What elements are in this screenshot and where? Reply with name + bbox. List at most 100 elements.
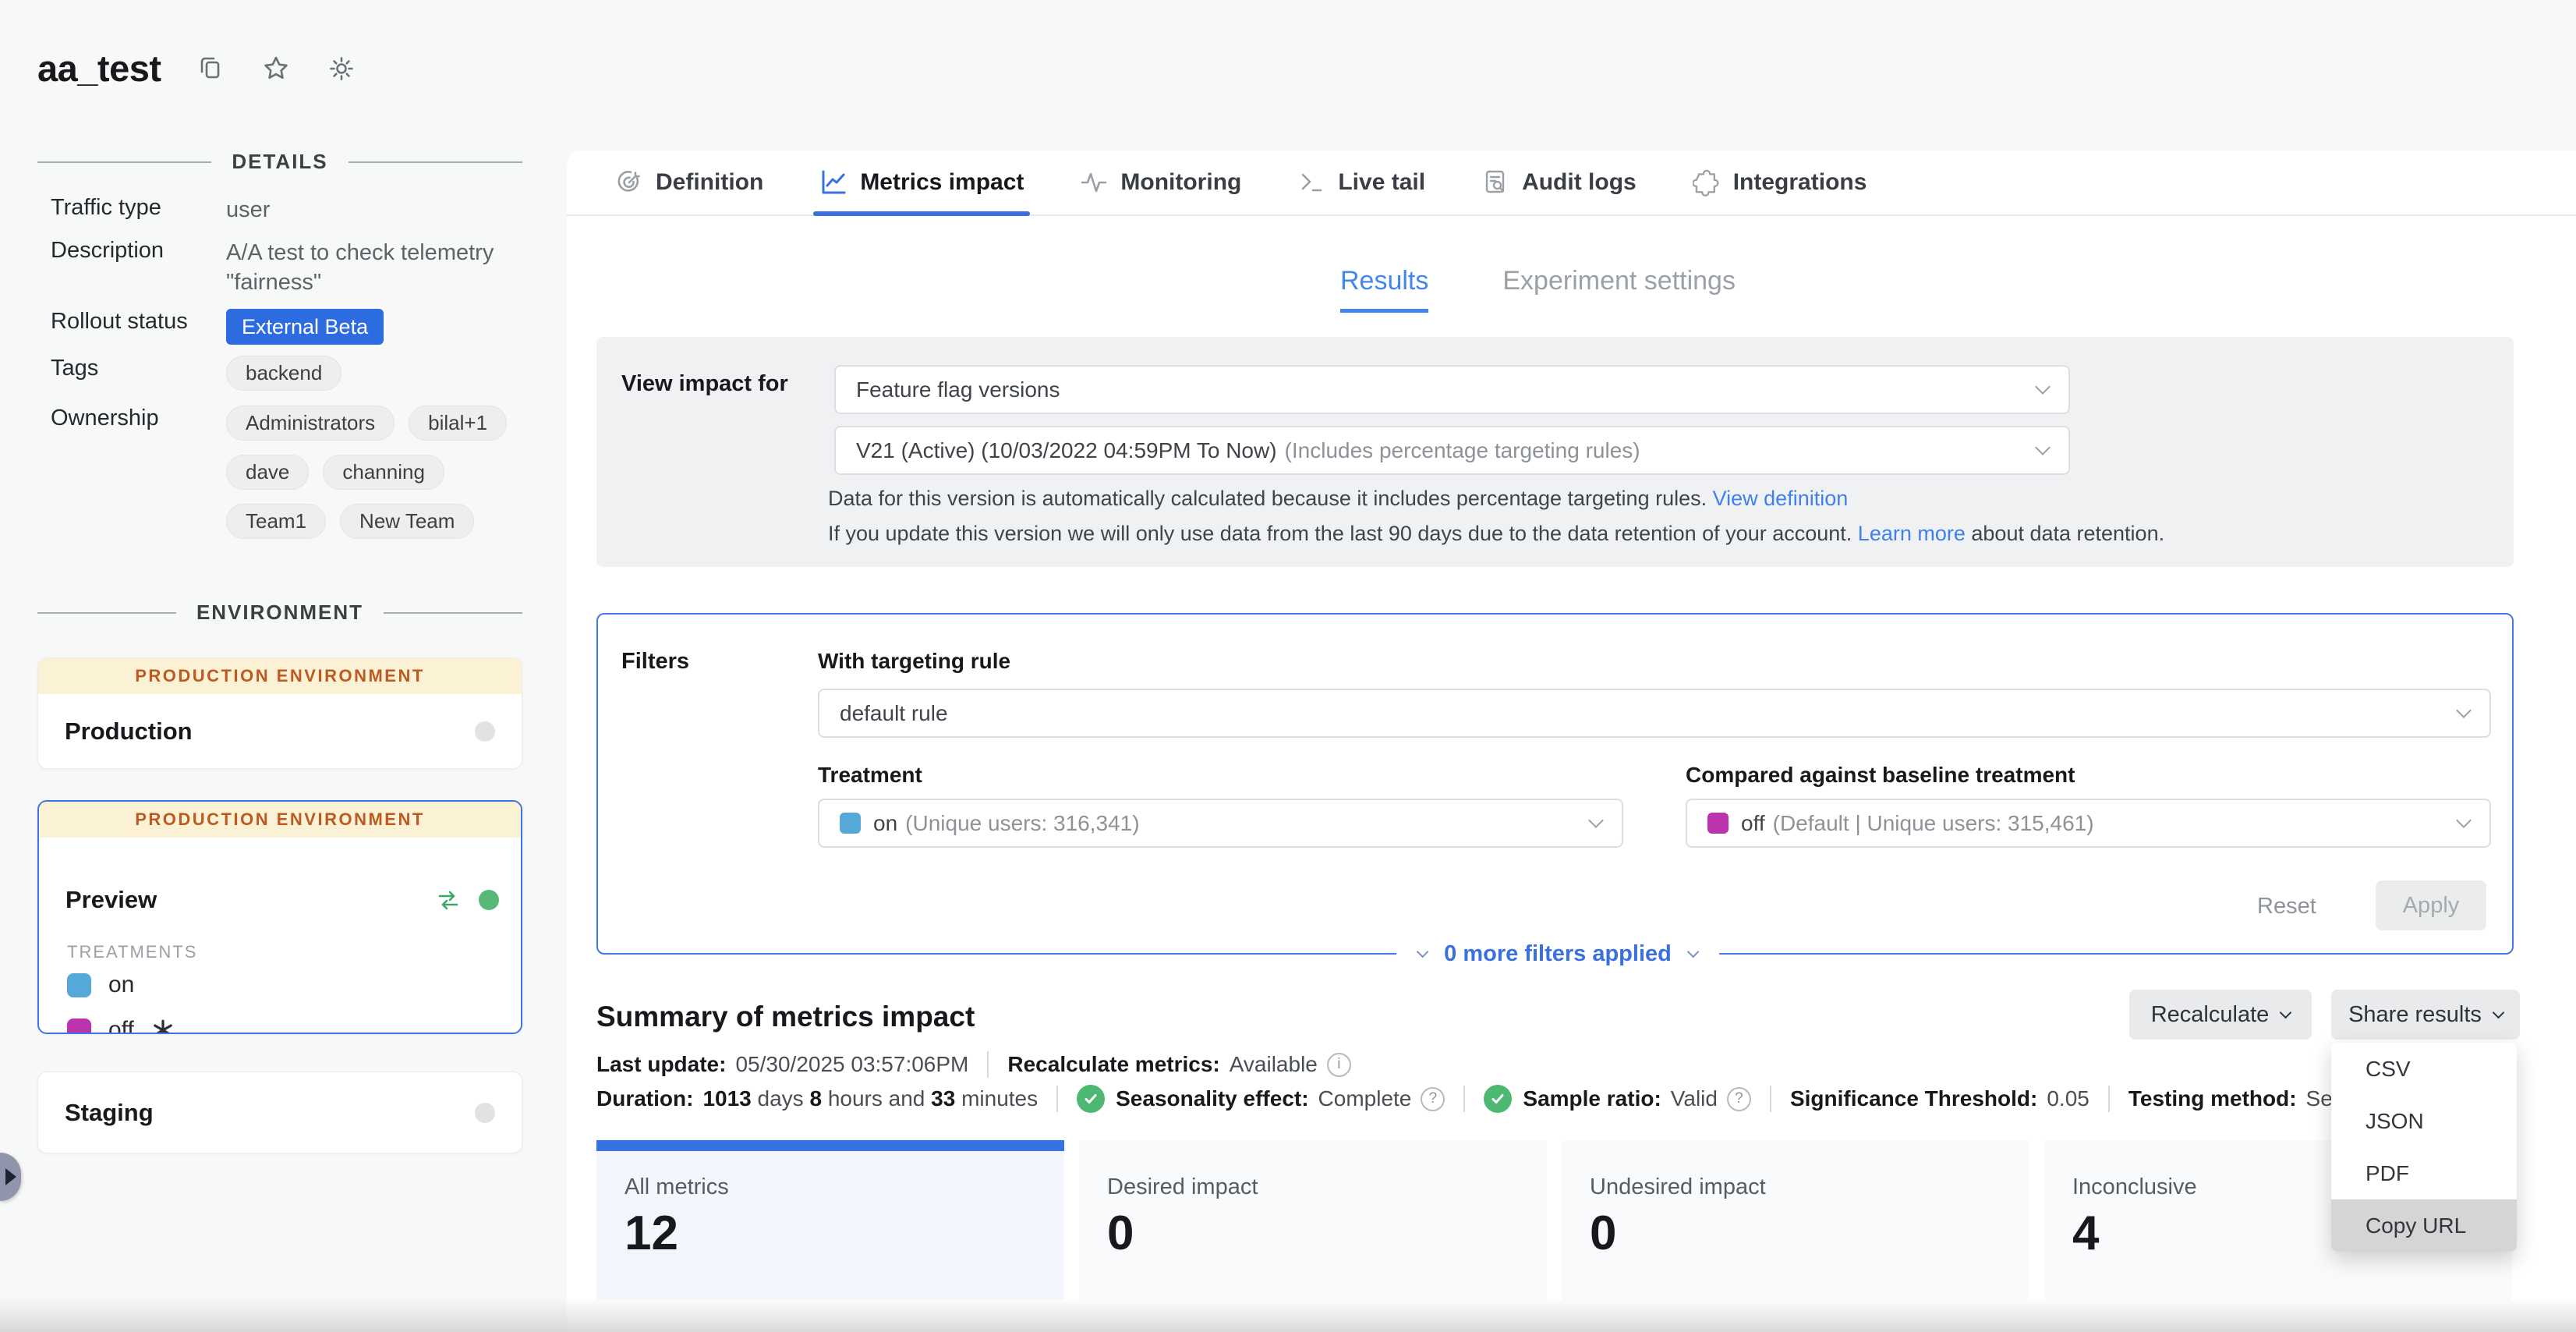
default-treatment-asterisk-icon [151,1018,175,1034]
environment-name: Staging [65,1099,154,1127]
subtab-experiment-settings[interactable]: Experiment settings [1502,266,1736,313]
version-note-1: Data for this version is automatically c… [828,487,1848,511]
sidebar: DETAILS Traffic type user Description A/… [37,0,522,1332]
owner-pill: New Team [340,504,474,539]
baseline-treatment-dropdown[interactable]: off (Default | Unique users: 315,461) [1686,799,2491,848]
status-dot [475,1103,495,1123]
impact-type-dropdown[interactable]: Feature flag versions [834,365,2070,414]
target-icon [615,168,643,197]
owner-pill: Team1 [226,504,326,539]
tab-definition[interactable]: Definition [615,151,763,214]
tags-row: Tags backend [51,356,522,391]
owner-pill: bilal+1 [409,406,507,441]
active-status-dot [479,890,499,910]
traffic-type-row: Traffic type user [51,195,522,225]
baseline-treatment-label: Compared against baseline treatment [1686,763,2075,788]
treatment-color-swatch [1707,813,1729,834]
sidebar-collapse-handle[interactable] [0,1153,21,1201]
tab-bar: Definition Metrics impact Monitoring [567,151,2576,216]
production-environment-banner: PRODUCTION ENVIRONMENT [39,802,521,838]
environment-name: Preview [65,886,157,914]
share-menu-item-pdf[interactable]: PDF [2331,1147,2517,1199]
metric-summary-cards: All metrics 12 Desired impact 0 Undesire… [596,1140,2512,1300]
owner-pill: Administrators [226,406,395,441]
tab-integrations[interactable]: Integrations [1693,151,1867,214]
environment-name: Production [65,717,193,746]
chevron-down-icon [2493,1006,2505,1018]
environment-card-staging[interactable]: Staging [37,1072,522,1153]
status-line-2: Duration: 1013 days 8 hours and 33 minut… [596,1083,2344,1114]
tag-pill: backend [226,356,341,391]
chevron-down-icon [2035,379,2051,395]
filters-label: Filters [621,649,689,675]
share-menu-item-copy-url[interactable]: Copy URL [2331,1199,2517,1252]
share-menu-item-json[interactable]: JSON [2331,1095,2517,1147]
card-desired-impact[interactable]: Desired impact 0 [1079,1140,1547,1300]
treatment-label: Treatment [818,763,922,788]
apply-button[interactable]: Apply [2376,880,2486,930]
details-divider: DETAILS [37,150,522,174]
treatment-dropdown[interactable]: on (Unique users: 316,341) [818,799,1623,848]
tab-metrics-impact[interactable]: Metrics impact [819,151,1024,214]
view-impact-label: View impact for [621,371,788,397]
chevron-down-icon [1687,945,1700,958]
targeting-rule-label: With targeting rule [818,649,1010,674]
filters-section: Filters With targeting rule default rule… [596,613,2514,955]
view-definition-link[interactable]: View definition [1713,487,1849,510]
treatments-label: TREATMENTS [67,942,197,962]
card-all-metrics[interactable]: All metrics 12 [596,1140,1064,1300]
chart-line-icon [819,168,847,197]
treatment-row-on: on [67,972,134,998]
tab-audit-logs[interactable]: Audit logs [1481,151,1637,214]
treatment-color-swatch [67,973,91,997]
learn-more-link[interactable]: Learn more [1858,522,1966,545]
terminal-icon [1297,168,1325,197]
chevron-down-icon [1417,945,1429,958]
chevron-down-icon [2035,440,2051,455]
production-environment-banner: PRODUCTION ENVIRONMENT [38,658,522,694]
chevron-down-icon [1588,813,1604,828]
version-note-2: If you update this version we will only … [828,522,2164,546]
owner-pill: dave [226,455,309,490]
share-results-button[interactable]: Share results [2331,990,2520,1040]
pulse-icon [1080,168,1108,197]
help-icon[interactable]: ? [1421,1087,1445,1111]
environment-card-production[interactable]: PRODUCTION ENVIRONMENT Production [37,657,522,769]
page: aa_test DETAILS Traffic type [0,0,2576,1332]
status-line-1: Last update: 05/30/2025 03:57:06PM Recal… [596,1049,1351,1080]
subtab-results[interactable]: Results [1340,266,1428,313]
more-filters-toggle[interactable]: 0 more filters applied [1396,938,1719,969]
sub-tabs: Results Experiment settings [1340,266,1736,313]
version-dropdown[interactable]: V21 (Active) (10/03/2022 04:59PM To Now)… [834,426,2070,475]
treatment-color-swatch [67,1018,91,1035]
help-icon[interactable]: ? [1727,1087,1751,1111]
check-circle-icon [1484,1085,1512,1113]
chevron-down-icon [2280,1006,2292,1018]
owner-pill: channing [323,455,444,490]
environment-divider: ENVIRONMENT [37,600,522,625]
treatment-row-off: off [67,1017,175,1034]
info-icon[interactable]: i [1327,1053,1351,1077]
share-results-menu: CSV JSON PDF Copy URL [2331,1043,2517,1252]
swap-arrows-icon[interactable] [435,888,462,912]
summary-heading: Summary of metrics impact [596,1001,975,1033]
check-circle-icon [1077,1085,1105,1113]
description-row: Description A/A test to check telemetry … [51,238,522,297]
puzzle-icon [1693,168,1721,197]
card-undesired-impact[interactable]: Undesired impact 0 [1562,1140,2029,1300]
environment-heading: ENVIRONMENT [196,600,363,625]
share-menu-item-csv[interactable]: CSV [2331,1043,2517,1095]
tab-monitoring[interactable]: Monitoring [1080,151,1241,214]
view-impact-section: View impact for Feature flag versions V2… [596,337,2514,567]
ownership-row: Ownership Administrators bilal+1 dave ch… [51,406,522,539]
status-dot [475,721,495,742]
environment-card-preview[interactable]: PRODUCTION ENVIRONMENT Preview TREATMENT… [37,800,522,1034]
targeting-rule-dropdown[interactable]: default rule [818,689,2491,738]
tab-live-tail[interactable]: Live tail [1297,151,1425,214]
reset-button[interactable]: Reset [2257,894,2316,919]
recalculate-button[interactable]: Recalculate [2129,990,2312,1040]
rollout-status-badge[interactable]: External Beta [226,309,384,345]
chevron-down-icon [2456,703,2472,718]
main-panel: Definition Metrics impact Monitoring [567,151,2576,1332]
treatment-color-swatch [840,813,861,834]
